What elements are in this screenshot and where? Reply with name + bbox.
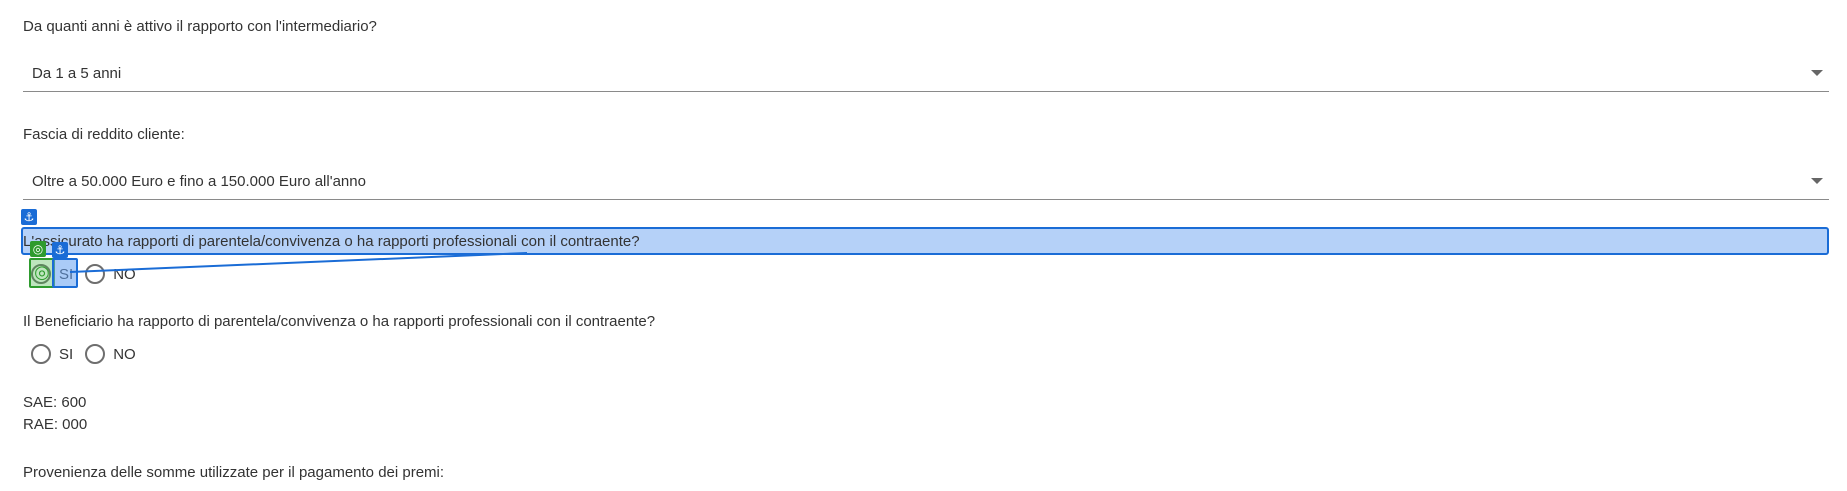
anchor-icon: ⚓ [21,209,37,225]
income-select-value: Oltre a 50.000 Euro e fino a 150.000 Eur… [32,173,366,190]
target-icon: ◎ [30,241,46,257]
radio-circle-icon [85,264,106,284]
radio-circle-icon [31,344,51,364]
anchor-icon: ⚓ [52,242,68,258]
years-select[interactable]: Da 1 a 5 anni [23,56,1829,92]
radio-circle-icon [85,344,106,364]
years-question-label: Da quanti anni è attivo il rapporto con … [23,18,377,35]
chevron-down-icon [1811,70,1823,76]
chevron-down-icon [1811,178,1823,184]
radio-label-no: NO [113,265,136,283]
beneficiary-radio-si[interactable]: SI [31,344,85,364]
provenance-label: Provenienza delle somme utilizzate per i… [23,464,445,481]
beneficiary-radio-group: SI NO [31,342,148,366]
target-icon: ◎ [34,262,50,282]
radio-label-no: NO [113,345,136,363]
anchor-marker-box [52,258,78,288]
insured-radio-no[interactable]: NO [85,264,148,284]
sae-code: SAE: 600 [23,394,87,411]
beneficiary-question-label: Il Beneficiario ha rapporto di parentela… [23,313,656,330]
beneficiary-radio-no[interactable]: NO [85,344,148,364]
insured-question-label: L'assicurato ha rapporti di parentela/co… [23,233,640,250]
income-select[interactable]: Oltre a 50.000 Euro e fino a 150.000 Eur… [23,164,1829,200]
rae-code: RAE: 000 [23,416,88,433]
years-select-value: Da 1 a 5 anni [32,65,122,82]
income-question-label: Fascia di reddito cliente: [23,126,185,143]
radio-label-si: SI [59,345,74,363]
